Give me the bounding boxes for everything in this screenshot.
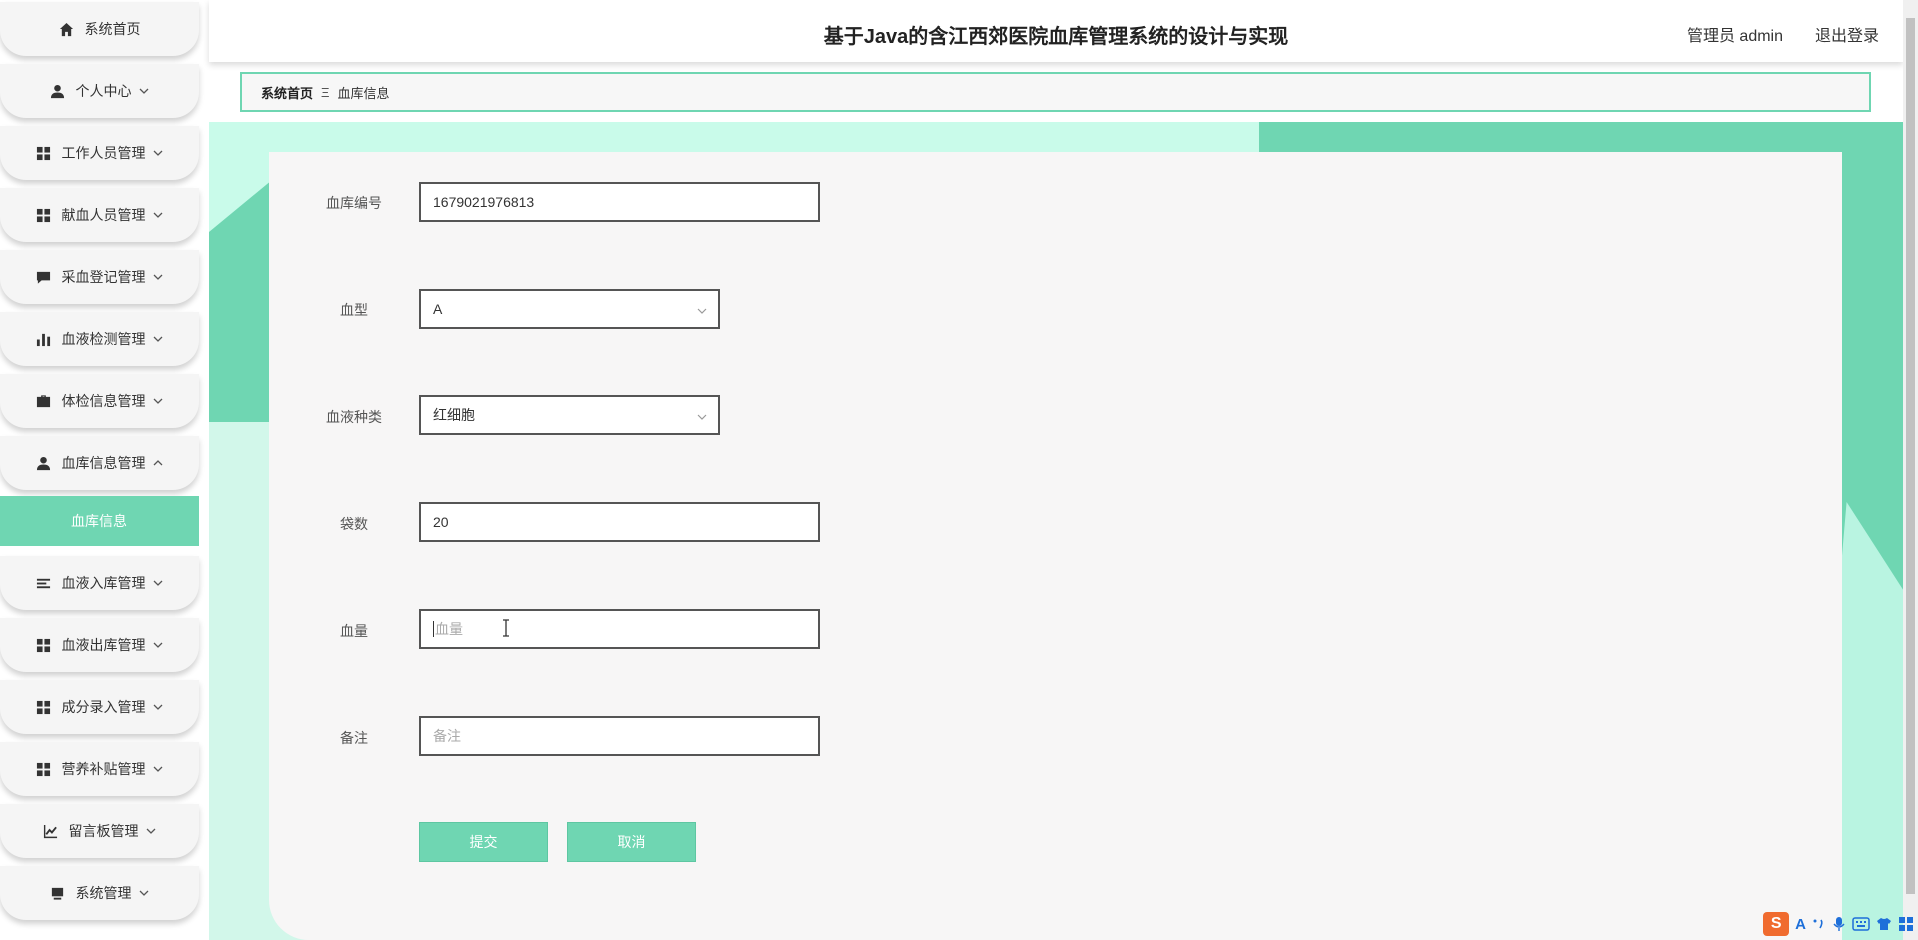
sidebar-item-bloodbank[interactable]: 血库信息管理 (0, 436, 199, 490)
chevron-down-icon (138, 887, 150, 899)
sidebar-subitem-bloodbank-info[interactable]: 血库信息 (0, 496, 199, 546)
sidebar-item-label: 血液检测管理 (61, 331, 146, 347)
breadcrumb-home[interactable]: 系统首页 (261, 83, 313, 102)
grid-icon (36, 761, 52, 777)
sidebar-item-components[interactable]: 成分录入管理 (0, 680, 199, 734)
sidebar-item-checkup[interactable]: 体检信息管理 (0, 374, 199, 428)
blood-type-select[interactable]: A (419, 289, 720, 329)
home-icon (59, 21, 75, 37)
briefcase-icon (36, 393, 52, 409)
current-user: 管理员 admin (1686, 28, 1783, 45)
chevron-down-icon (152, 147, 164, 159)
sidebar-item-label: 工作人员管理 (61, 145, 146, 161)
chevron-down-icon (696, 304, 708, 316)
blood-type-label: 血型 (340, 302, 368, 318)
user-icon (50, 83, 66, 99)
bank-no-label: 血库编号 (326, 195, 382, 211)
ime-language-toggle[interactable]: A (1795, 916, 1806, 933)
chevron-down-icon (152, 763, 164, 775)
sidebar-item-outbound[interactable]: 血液出库管理 (0, 618, 199, 672)
sidebar-item-staff[interactable]: 工作人员管理 (0, 126, 199, 180)
microphone-icon[interactable] (1832, 916, 1846, 932)
grid-icon (36, 145, 52, 161)
page-title: 基于Java的含江西郊医院血库管理系统的设计与实现 (823, 26, 1289, 48)
scroll-thumb[interactable] (1906, 18, 1915, 894)
blood-type-value: A (433, 301, 443, 317)
chevron-down-icon (138, 85, 150, 97)
sidebar-item-label: 献血人员管理 (61, 207, 146, 223)
sidebar-item-label: 采血登记管理 (61, 269, 146, 285)
breadcrumb-current: 血库信息 (337, 85, 390, 101)
volume-placeholder: 血量 (435, 621, 463, 637)
sidebar-item-label: 留言板管理 (68, 823, 139, 839)
remark-label: 备注 (340, 730, 368, 746)
ime-toolbar: S A (1763, 912, 1914, 936)
skin-icon[interactable] (1876, 917, 1892, 931)
chevron-up-icon (152, 457, 164, 469)
trend-icon (43, 823, 59, 839)
grid-icon (36, 637, 52, 653)
bags-label: 袋数 (340, 516, 368, 532)
sidebar-item-label: 个人中心 (75, 83, 132, 99)
monitor-icon (50, 885, 66, 901)
text-cursor (433, 621, 434, 637)
chevron-down-icon (152, 209, 164, 221)
sidebar-item-subsidy[interactable]: 营养补贴管理 (0, 742, 199, 796)
scrollbar[interactable] (1903, 0, 1918, 940)
sidebar-item-label: 血液入库管理 (61, 575, 146, 591)
breadcrumb-separator: Ξ (321, 84, 330, 100)
bar-chart-icon (36, 331, 52, 347)
ibeam-cursor-icon (503, 619, 509, 637)
sidebar-item-label: 成分录入管理 (61, 699, 146, 715)
sidebar-item-label: 营养补贴管理 (61, 761, 146, 777)
bank-no-input[interactable]: 1679021976813 (419, 182, 820, 222)
chevron-down-icon (152, 577, 164, 589)
breadcrumb: 系统首页 Ξ 血库信息 (240, 72, 1871, 112)
sidebar-item-label: 血库信息管理 (61, 455, 146, 471)
bags-input[interactable]: 20 (419, 502, 820, 542)
chevron-down-icon (152, 701, 164, 713)
sidebar-item-label: 系统管理 (75, 885, 132, 901)
sidebar-item-collection[interactable]: 采血登记管理 (0, 250, 199, 304)
sidebar: 系统首页 个人中心 工作人员管理 献血人员管理 采血登记管理 血液检测管理 体检… (0, 0, 199, 940)
ime-logo-icon[interactable]: S (1763, 912, 1790, 936)
keyboard-icon[interactable] (1852, 917, 1870, 931)
blood-kind-select[interactable]: 红细胞 (419, 395, 720, 435)
remark-input[interactable]: 备注 (419, 716, 820, 756)
chevron-down-icon (152, 395, 164, 407)
sidebar-item-donors[interactable]: 献血人员管理 (0, 188, 199, 242)
sidebar-item-label: 血液出库管理 (61, 637, 146, 653)
toolbox-grid-icon[interactable] (1898, 916, 1914, 932)
volume-input[interactable]: 血量 (419, 609, 820, 649)
sidebar-item-label: 体检信息管理 (61, 393, 146, 409)
list-icon (36, 575, 52, 591)
top-header: 基于Java的含江西郊医院血库管理系统的设计与实现 管理员 admin 退出登录 (209, 0, 1903, 62)
chevron-down-icon (696, 410, 708, 422)
chevron-down-icon (152, 639, 164, 651)
chevron-down-icon (152, 271, 164, 283)
user-icon (36, 455, 52, 471)
sidebar-item-messageboard[interactable]: 留言板管理 (0, 804, 199, 858)
sidebar-item-inbound[interactable]: 血液入库管理 (0, 556, 199, 610)
sidebar-item-personal-center[interactable]: 个人中心 (0, 64, 199, 118)
chevron-down-icon (145, 825, 157, 837)
volume-label: 血量 (340, 623, 368, 639)
blood-kind-label: 血液种类 (326, 409, 382, 425)
sidebar-item-label: 系统首页 (84, 21, 141, 37)
blood-kind-value: 红细胞 (433, 407, 475, 423)
sidebar-item-system[interactable]: 系统管理 (0, 866, 199, 920)
grid-icon (36, 207, 52, 223)
cancel-button[interactable]: 取消 (567, 822, 696, 862)
logout-link[interactable]: 退出登录 (1815, 22, 1879, 46)
sidebar-item-testing[interactable]: 血液检测管理 (0, 312, 199, 366)
punctuation-icon[interactable] (1812, 917, 1826, 931)
sidebar-item-home[interactable]: 系统首页 (0, 2, 199, 56)
message-icon (36, 269, 52, 285)
submit-button[interactable]: 提交 (419, 822, 548, 862)
chevron-down-icon (152, 333, 164, 345)
grid-icon (36, 699, 52, 715)
